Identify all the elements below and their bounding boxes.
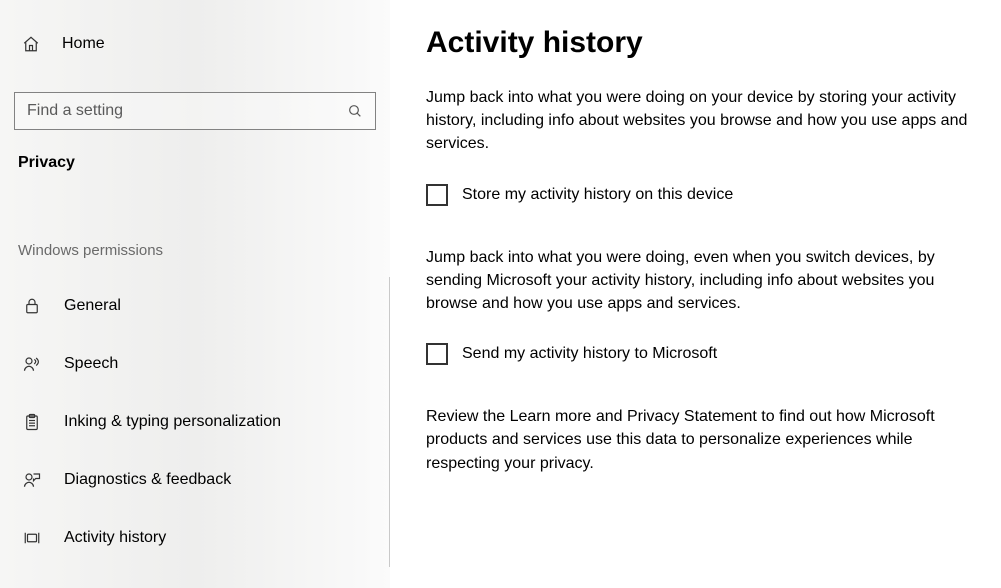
search-container bbox=[14, 92, 376, 130]
sidebar-item-label: Diagnostics & feedback bbox=[64, 471, 231, 489]
search-input[interactable] bbox=[15, 102, 335, 120]
sidebar-item-label: Activity history bbox=[64, 529, 166, 547]
store-history-checkbox[interactable] bbox=[426, 184, 448, 206]
store-history-label: Store my activity history on this device bbox=[462, 186, 733, 204]
sidebar-item-label: Inking & typing personalization bbox=[64, 413, 281, 431]
paragraph-3: Review the Learn more and Privacy Statem… bbox=[426, 405, 983, 475]
speech-icon bbox=[22, 355, 42, 373]
sidebar-item-diagnostics[interactable]: Diagnostics & feedback bbox=[0, 451, 389, 509]
sidebar: Home Privacy Windows permissions bbox=[0, 0, 390, 588]
timeline-icon bbox=[22, 529, 42, 547]
feedback-icon bbox=[22, 471, 42, 489]
lock-icon bbox=[22, 297, 42, 315]
sidebar-item-general[interactable]: General bbox=[0, 277, 389, 335]
sidebar-item-inking[interactable]: Inking & typing personalization bbox=[0, 393, 389, 451]
nav-list: General Speech bbox=[0, 277, 390, 567]
send-history-label: Send my activity history to Microsoft bbox=[462, 345, 717, 363]
home-icon bbox=[22, 35, 40, 53]
home-label: Home bbox=[62, 35, 105, 53]
store-history-option[interactable]: Store my activity history on this device bbox=[426, 184, 983, 206]
page-title: Activity history bbox=[426, 26, 983, 60]
paragraph-1: Jump back into what you were doing on yo… bbox=[426, 86, 983, 156]
sidebar-item-label: Speech bbox=[64, 355, 118, 373]
search-box[interactable] bbox=[14, 92, 376, 130]
clipboard-icon bbox=[22, 413, 42, 431]
category-title: Privacy bbox=[0, 130, 390, 172]
search-icon bbox=[335, 103, 375, 119]
sidebar-item-activity-history[interactable]: Activity history bbox=[0, 509, 389, 567]
section-header: Windows permissions bbox=[0, 172, 390, 277]
send-history-option[interactable]: Send my activity history to Microsoft bbox=[426, 343, 983, 365]
sidebar-item-speech[interactable]: Speech bbox=[0, 335, 389, 393]
home-button[interactable]: Home bbox=[0, 26, 390, 62]
main-content: Activity history Jump back into what you… bbox=[390, 0, 1001, 588]
paragraph-2: Jump back into what you were doing, even… bbox=[426, 246, 983, 316]
sidebar-item-label: General bbox=[64, 297, 121, 315]
settings-app: Home Privacy Windows permissions bbox=[0, 0, 1001, 588]
send-history-checkbox[interactable] bbox=[426, 343, 448, 365]
